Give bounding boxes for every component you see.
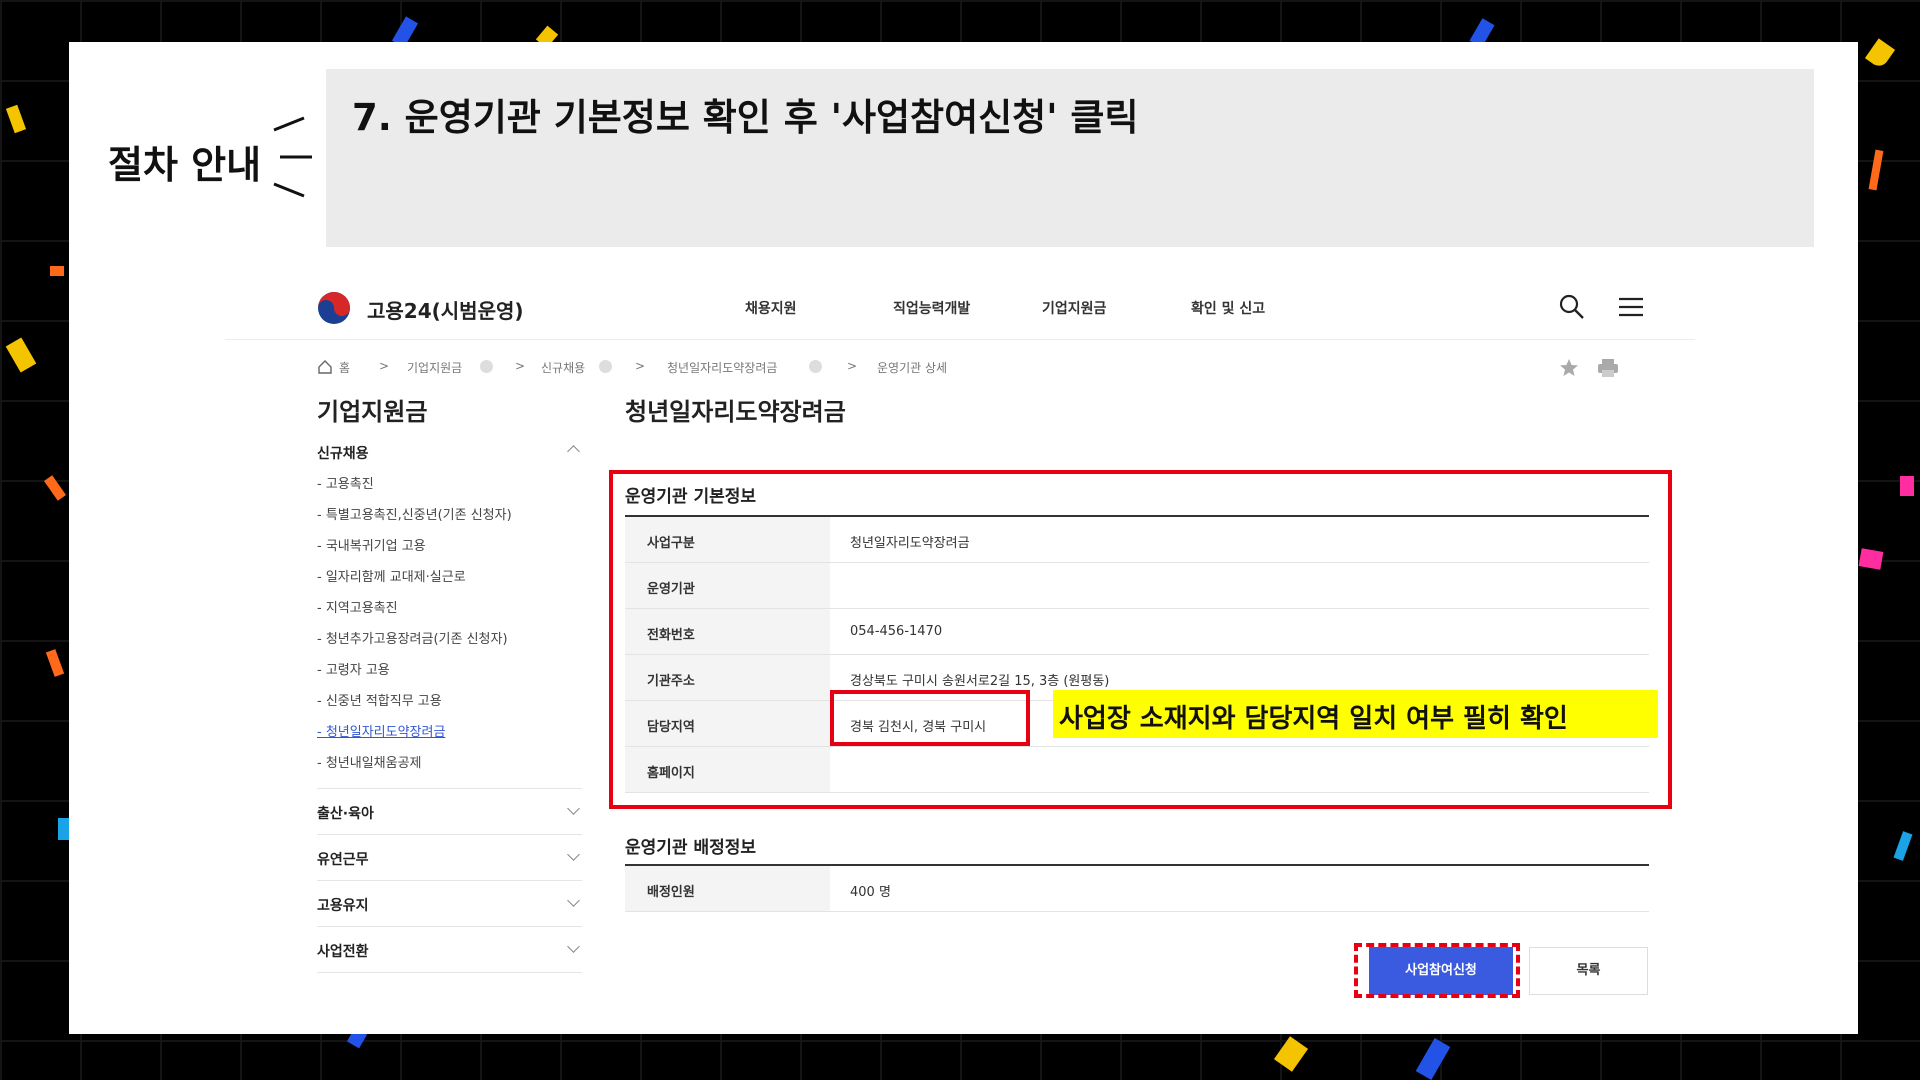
home-icon[interactable] — [317, 359, 333, 375]
page-title: 청년일자리도약장려금 — [625, 398, 846, 426]
nav-confirm-report[interactable]: 확인 및 신고 — [1191, 298, 1265, 318]
star-icon[interactable] — [1559, 358, 1579, 378]
sidebar-item[interactable]: - 고령자 고용 — [317, 659, 390, 678]
breadcrumb-dropdown-icon[interactable] — [480, 360, 493, 373]
chevron-down-icon — [567, 802, 580, 815]
breadcrumb-subsidy[interactable]: 기업지원금 — [407, 359, 462, 376]
assign-info-heading: 운영기관 배정정보 — [625, 838, 757, 858]
nav-job-skills[interactable]: 직업능력개발 — [893, 298, 970, 318]
breadcrumb-separator: > — [515, 359, 526, 373]
sidebar-group-label: 신규채용 — [317, 446, 369, 462]
callout-lines-icon — [273, 116, 312, 198]
sidebar-item[interactable]: - 국내복귀기업 고용 — [317, 535, 426, 554]
chevron-down-icon — [567, 894, 580, 907]
sidebar-section-label: 사업전환 — [317, 944, 369, 960]
menu-icon[interactable] — [1617, 293, 1645, 321]
site-header: 고용24(시범운영) 채용지원 직업능력개발 기업지원금 확인 및 신고 — [225, 275, 1695, 340]
nav-corporate-subsidy[interactable]: 기업지원금 — [1042, 298, 1106, 318]
sidebar-item[interactable]: - 청년추가고용장려금(기존 신청자) — [317, 628, 508, 647]
sidebar-section-label: 유연근무 — [317, 852, 369, 868]
row-label: 배정인원 — [625, 866, 830, 911]
highlight-box-region — [830, 690, 1030, 746]
sidebar-group-new-hire[interactable]: 신규채용 — [317, 443, 582, 463]
step-title: 7. 운영기관 기본정보 확인 후 '사업참여신청' 클릭 — [352, 96, 1139, 139]
highlight-box-apply-button — [1354, 943, 1520, 998]
confetti — [1900, 476, 1914, 496]
breadcrumb-dropdown-icon[interactable] — [599, 360, 612, 373]
sidebar-item-active[interactable]: - 청년일자리도약장려금 — [317, 721, 445, 740]
print-icon[interactable] — [1597, 358, 1619, 378]
nav-recruit-support[interactable]: 채용지원 — [745, 298, 797, 318]
breadcrumb-separator: > — [847, 359, 858, 373]
breadcrumb-youth-subsidy[interactable]: 청년일자리도약장려금 — [667, 359, 777, 376]
sidebar-item[interactable]: - 특별고용촉진,신중년(기존 신청자) — [317, 504, 512, 523]
table-row: 배정인원 400 명 — [625, 866, 1649, 912]
sidebar-item[interactable]: - 지역고용촉진 — [317, 597, 398, 616]
sidebar-section-label: 출산·육아 — [317, 806, 374, 822]
sidebar-section-retention[interactable]: 고용유지 — [317, 880, 582, 926]
callout-note: 사업장 소재지와 담당지역 일치 여부 필히 확인 — [1053, 690, 1658, 738]
search-icon[interactable] — [1558, 293, 1586, 321]
chevron-down-icon — [567, 940, 580, 953]
breadcrumb: 홈 > 기업지원금 > 신규채용 > 청년일자리도약장려금 > 운영기관 상세 — [317, 357, 1618, 379]
sidebar-section-transition[interactable]: 사업전환 — [317, 926, 582, 973]
highlight-box-basic-info — [609, 470, 1672, 809]
sidebar-item[interactable]: - 고용촉진 — [317, 473, 374, 492]
chevron-up-icon — [567, 445, 580, 458]
step-title-box: 7. 운영기관 기본정보 확인 후 '사업참여신청' 클릭 — [326, 69, 1814, 247]
sidebar-section-label: 고용유지 — [317, 898, 369, 914]
section-label: 절차 안내 — [108, 143, 262, 187]
sidebar-title: 기업지원금 — [317, 398, 428, 426]
sidebar-item[interactable]: - 신중년 적합직무 고용 — [317, 690, 442, 709]
breadcrumb-separator: > — [635, 359, 646, 373]
sidebar-item[interactable]: - 청년내일채움공제 — [317, 752, 422, 771]
sidebar-item[interactable]: - 일자리함께 교대제·실근로 — [317, 566, 466, 585]
breadcrumb-current: 운영기관 상세 — [877, 361, 948, 375]
site-brand[interactable]: 고용24(시범운영) — [367, 295, 524, 324]
list-button[interactable]: 목록 — [1529, 947, 1648, 995]
breadcrumb-home[interactable]: 홈 — [339, 359, 350, 376]
taegeuk-logo-icon — [318, 292, 350, 324]
chevron-down-icon — [567, 848, 580, 861]
sidebar-section-childcare[interactable]: 출산·육아 — [317, 788, 582, 834]
row-value: 400 명 — [850, 885, 891, 900]
confetti — [1858, 548, 1884, 570]
assign-info-table: 배정인원 400 명 — [625, 864, 1649, 912]
breadcrumb-new-hire[interactable]: 신규채용 — [541, 359, 585, 376]
breadcrumb-dropdown-icon[interactable] — [809, 360, 822, 373]
breadcrumb-separator: > — [379, 359, 390, 373]
sidebar-section-flexwork[interactable]: 유연근무 — [317, 834, 582, 880]
confetti — [50, 266, 64, 276]
